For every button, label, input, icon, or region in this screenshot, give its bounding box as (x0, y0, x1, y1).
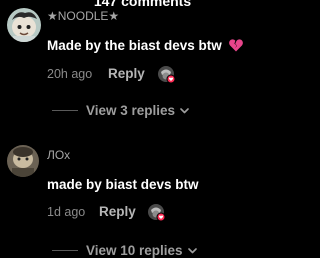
view-replies-label: View 3 replies (86, 103, 176, 118)
comment-timestamp: 1d ago (47, 205, 86, 219)
comment-body: made by biast devs btw (47, 177, 199, 192)
reply-button[interactable]: Reply (99, 204, 136, 219)
comment-username[interactable]: ★NOODLE★ (47, 9, 119, 23)
creator-liked-avatar-icon (158, 66, 176, 84)
reply-button[interactable]: Reply (108, 66, 145, 81)
comments-count-title: 147 comments (93, 0, 192, 9)
avatar-noodle[interactable] (7, 8, 41, 42)
comment-body: Made by the biast devs btw (47, 38, 222, 53)
view-replies-button[interactable]: View 3 replies (52, 103, 189, 118)
avatar-lox[interactable] (7, 145, 39, 177)
replies-divider (52, 250, 78, 251)
view-replies-label: View 10 replies (86, 243, 183, 258)
replies-divider (52, 110, 78, 111)
comment-username[interactable]: ЛОх (47, 148, 70, 162)
chevron-down-icon (180, 107, 189, 113)
chevron-down-icon (187, 247, 197, 253)
broken-heart-icon (228, 39, 243, 52)
comment-text: made by biast devs btw (47, 177, 199, 192)
comment-text: Made by the biast devs btw (47, 38, 243, 53)
comment-timestamp: 20h ago (47, 67, 93, 81)
view-replies-button[interactable]: View 10 replies (52, 243, 197, 258)
creator-liked-avatar-icon (148, 204, 166, 222)
